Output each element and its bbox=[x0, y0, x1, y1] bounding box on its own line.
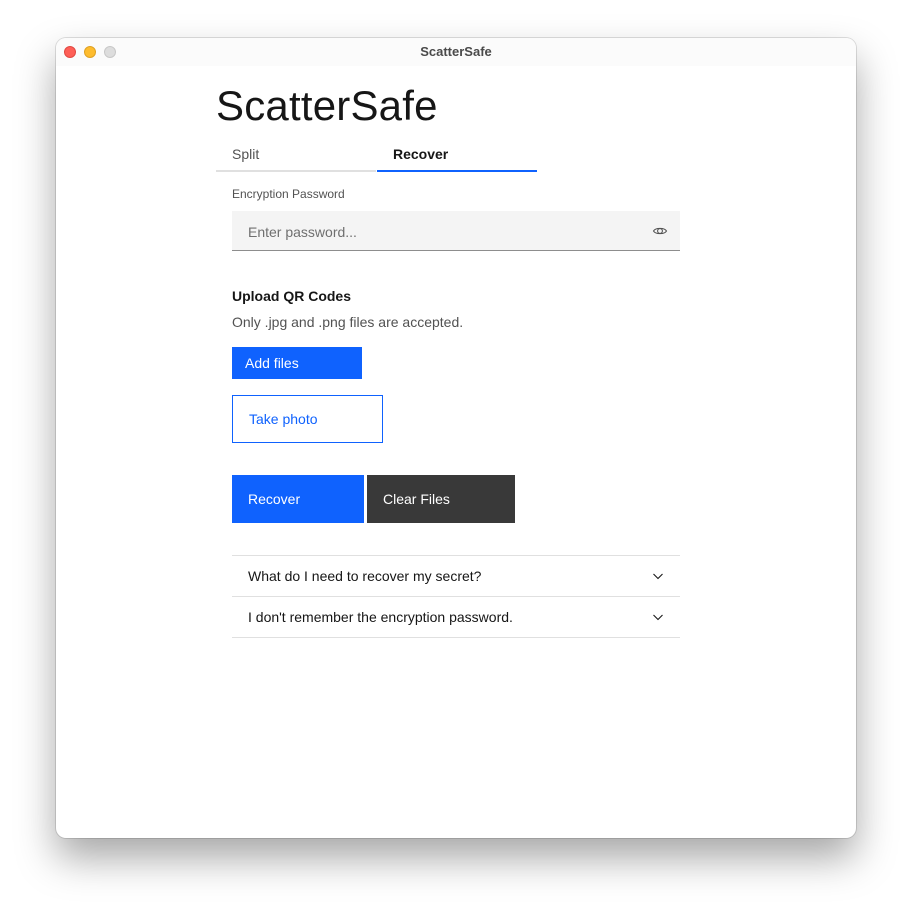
app-window: ScatterSafe ScatterSafe Split Recover En… bbox=[56, 38, 856, 838]
tab-split[interactable]: Split bbox=[216, 142, 376, 172]
password-label: Encryption Password bbox=[232, 187, 345, 201]
window-title: ScatterSafe bbox=[420, 44, 492, 59]
tab-recover[interactable]: Recover bbox=[377, 142, 537, 172]
accordion-title: What do I need to recover my secret? bbox=[248, 568, 482, 584]
password-field bbox=[232, 211, 680, 252]
accordion-item-forgot-password[interactable]: I don't remember the encryption password… bbox=[232, 597, 680, 638]
chevron-down-icon bbox=[653, 573, 663, 580]
add-files-button[interactable]: Add files bbox=[232, 347, 362, 379]
password-input[interactable] bbox=[232, 211, 650, 252]
take-photo-button[interactable]: Take photo bbox=[232, 395, 383, 443]
faq-accordion: What do I need to recover my secret? I d… bbox=[232, 555, 680, 638]
title-bar: ScatterSafe bbox=[56, 38, 856, 66]
recover-button[interactable]: Recover bbox=[232, 475, 364, 523]
accordion-title: I don't remember the encryption password… bbox=[248, 609, 513, 625]
accordion-item-recover-requirements[interactable]: What do I need to recover my secret? bbox=[232, 556, 680, 597]
eye-icon[interactable] bbox=[652, 223, 668, 239]
tab-list: Split Recover bbox=[216, 142, 537, 172]
clear-files-button[interactable]: Clear Files bbox=[367, 475, 515, 523]
upload-helper-text: Only .jpg and .png files are accepted. bbox=[232, 314, 464, 330]
page-title: ScatterSafe bbox=[216, 82, 438, 129]
upload-title: Upload QR Codes bbox=[232, 288, 352, 304]
chevron-down-icon bbox=[653, 614, 663, 621]
